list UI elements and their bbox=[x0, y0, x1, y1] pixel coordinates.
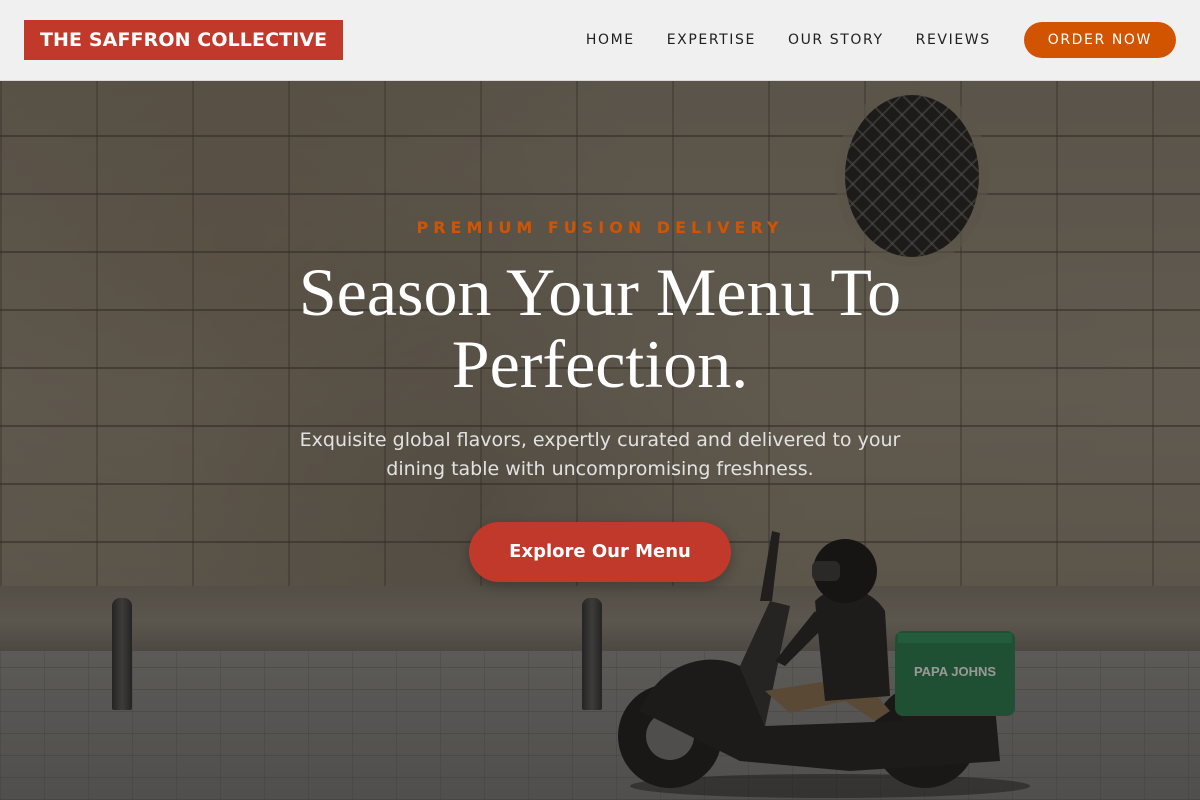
hero-subheadline: Exquisite global flavors, expertly curat… bbox=[299, 429, 901, 480]
order-now-button[interactable]: ORDER NOW bbox=[1023, 22, 1176, 58]
main-nav: HOME EXPERTISE OUR STORY REVIEWS ORDER N… bbox=[586, 22, 1176, 58]
nav-link-reviews[interactable]: REVIEWS bbox=[916, 32, 991, 48]
nav-link-expertise[interactable]: EXPERTISE bbox=[667, 32, 756, 48]
explore-menu-button[interactable]: Explore Our Menu bbox=[469, 522, 731, 582]
hero-content: PREMIUM FUSION DELIVERY Season Your Menu… bbox=[0, 81, 1200, 800]
hero-eyebrow: PREMIUM FUSION DELIVERY bbox=[416, 218, 784, 237]
site-header: THE SAFFRON COLLECTIVE HOME EXPERTISE OU… bbox=[0, 0, 1200, 81]
nav-link-home[interactable]: HOME bbox=[586, 32, 635, 48]
hero-headline: Season Your Menu To Perfection. bbox=[298, 254, 902, 402]
nav-link-our-story[interactable]: OUR STORY bbox=[788, 32, 884, 48]
landing-page: THE SAFFRON COLLECTIVE HOME EXPERTISE OU… bbox=[0, 0, 1200, 800]
brand-logo[interactable]: THE SAFFRON COLLECTIVE bbox=[24, 20, 344, 60]
